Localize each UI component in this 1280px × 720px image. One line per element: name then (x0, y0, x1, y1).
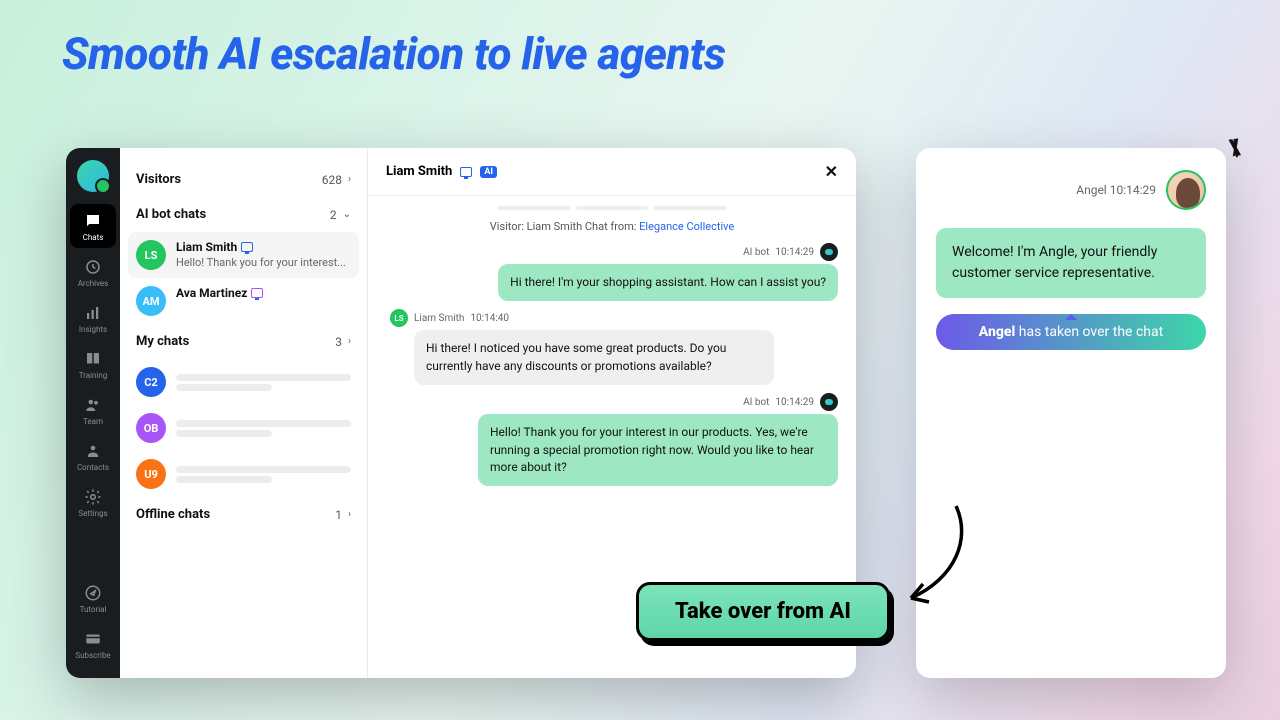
section-label: My chats (136, 334, 189, 349)
chat-row-ghost[interactable]: OB (120, 405, 367, 451)
book-icon (84, 350, 102, 368)
chat-row-liam[interactable]: LS Liam Smith Hello! Thank you for your … (128, 232, 359, 278)
nav-tutorial[interactable]: Tutorial (70, 576, 116, 620)
compass-icon (84, 584, 102, 602)
nav-training[interactable]: Training (70, 342, 116, 386)
bars-icon (84, 304, 102, 322)
nav-label: Insights (79, 325, 107, 334)
conversation-header: Liam Smith AI ✕ (368, 148, 856, 196)
monitor-icon (251, 288, 263, 298)
nav-label: Training (79, 371, 108, 380)
chat-icon (84, 212, 102, 230)
arrow-annotation-icon (896, 498, 996, 588)
msg-author: Liam Smith (414, 313, 464, 324)
nav-contacts[interactable]: Contacts (70, 434, 116, 478)
section-ai-bot-chats[interactable]: AI bot chats 2 ⌄ (136, 197, 351, 232)
nav-archives[interactable]: Archives (70, 250, 116, 294)
nav-label: Tutorial (80, 605, 107, 614)
nav-label: Archives (78, 279, 109, 288)
msg-bubble: Hi there! I noticed you have some great … (414, 330, 774, 385)
msg-bubble: Hi there! I'm your shopping assistant. H… (498, 264, 838, 301)
chat-list-panel: Visitors 628 › AI bot chats 2 ⌄ LS Liam Sm… (120, 148, 368, 678)
app-logo-icon[interactable] (77, 160, 109, 192)
nav-label: Team (83, 417, 103, 426)
agent-header: Angel 10:14:29 (936, 170, 1206, 210)
takeover-text: has taken over the chat (1015, 324, 1163, 340)
nav-subscribe[interactable]: Subscribe (70, 622, 116, 666)
chevron-right-icon: › (348, 174, 351, 185)
chat-row-ghost[interactable]: U9 (120, 451, 367, 497)
message-visitor: LS Liam Smith 10:14:40 Hi there! I notice… (386, 309, 838, 385)
chevron-right-icon: › (348, 509, 351, 520)
bot-icon (820, 393, 838, 411)
contact-icon (84, 442, 102, 460)
avatar: LS (136, 240, 166, 270)
nav-settings[interactable]: Settings (70, 480, 116, 524)
msg-author: AI bot (743, 397, 769, 408)
section-count: 3 (335, 335, 342, 349)
ai-badge: AI (480, 166, 497, 178)
takeover-name: Angel (979, 324, 1015, 340)
nav-insights[interactable]: Insights (70, 296, 116, 340)
avatar: LS (390, 309, 408, 327)
takeover-notice: Angel has taken over the chat (936, 314, 1206, 350)
agent-welcome-bubble: Welcome! I'm Angle, your friendly custom… (936, 228, 1206, 298)
gear-icon (84, 488, 102, 506)
nav-label: Settings (78, 509, 107, 518)
message-ai: AI bot 10:14:29 Hi there! I'm your shopp… (386, 243, 838, 301)
msg-author: AI bot (743, 247, 769, 258)
chevron-down-icon: ⌄ (343, 209, 351, 220)
progress-bar (497, 206, 727, 210)
close-icon[interactable]: ✕ (825, 162, 838, 181)
spark-accent-icon: \ | / (1229, 136, 1236, 161)
chat-source-line: Visitor: Liam Smith Chat from: Elegance … (368, 216, 856, 243)
page-headline: Smooth AI escalation to live agents (0, 0, 1280, 80)
nav-label: Subscribe (75, 651, 110, 660)
agent-name: Angel (1076, 183, 1106, 197)
section-label: AI bot chats (136, 207, 206, 222)
nav-label: Contacts (77, 463, 109, 472)
chat-row-ava[interactable]: AM Ava Martinez (120, 278, 367, 324)
archive-icon (84, 258, 102, 276)
nav-label: Chats (83, 233, 104, 242)
avatar: C2 (136, 367, 166, 397)
message-ai: AI bot 10:14:29 Hello! Thank you for you… (386, 393, 838, 486)
monitor-icon (241, 242, 253, 252)
avatar: OB (136, 413, 166, 443)
section-label: Visitors (136, 172, 181, 187)
monitor-icon (460, 167, 472, 177)
nav-team[interactable]: Team (70, 388, 116, 432)
avatar: AM (136, 286, 166, 316)
section-count: 628 (322, 173, 342, 187)
section-label: Offline chats (136, 507, 210, 522)
section-count: 2 (330, 208, 337, 222)
agent-time: 10:14:29 (1110, 183, 1156, 197)
team-icon (84, 396, 102, 414)
bot-icon (820, 243, 838, 261)
section-visitors[interactable]: Visitors 628 › (136, 162, 351, 197)
avatar: U9 (136, 459, 166, 489)
agent-avatar (1166, 170, 1206, 210)
msg-time: 10:14:29 (775, 247, 814, 258)
chat-row-ghost[interactable]: C2 (120, 359, 367, 405)
section-my-chats[interactable]: My chats 3 › (136, 324, 351, 359)
msg-time: 10:14:29 (775, 397, 814, 408)
chat-name: Liam Smith (176, 240, 237, 254)
chevron-right-icon: › (348, 336, 351, 347)
nav-chats[interactable]: Chats (70, 204, 116, 248)
msg-time: 10:14:40 (470, 313, 509, 324)
chat-preview: Hello! Thank you for your interest... (176, 256, 351, 269)
source-link[interactable]: Elegance Collective (639, 220, 734, 233)
chat-name: Ava Martinez (176, 286, 247, 300)
section-offline-chats[interactable]: Offline chats 1 › (136, 497, 351, 532)
section-count: 1 (335, 508, 342, 522)
nav-rail: Chats Archives Insights Training Team Co… (66, 148, 120, 678)
take-over-callout[interactable]: Take over from AI (636, 582, 890, 641)
conversation-title: Liam Smith (386, 164, 452, 179)
msg-bubble: Hello! Thank you for your interest in ou… (478, 414, 838, 486)
card-icon (84, 630, 102, 648)
